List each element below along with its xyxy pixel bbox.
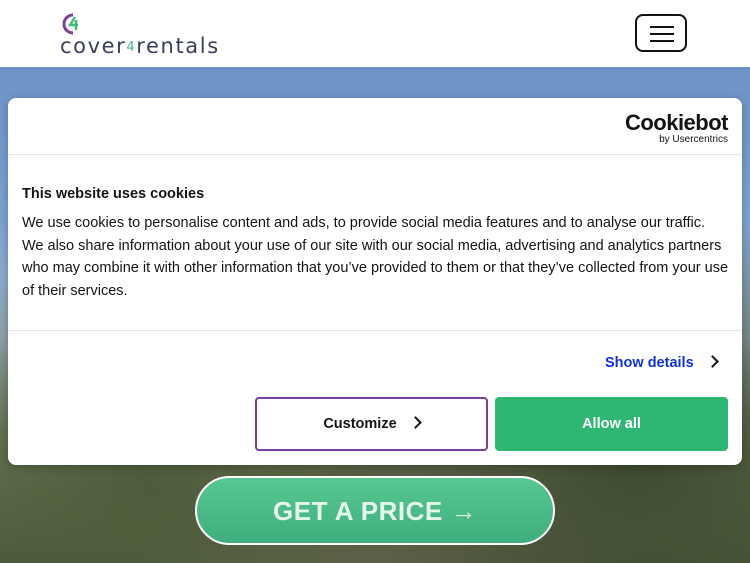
chevron-right-icon xyxy=(408,416,422,429)
cta-label: GET A PRICE xyxy=(273,496,443,526)
cookiebot-logo: Cookiebot by Usercentrics xyxy=(624,110,729,146)
hamburger-menu-button[interactable] xyxy=(635,14,687,52)
get-a-price-button[interactable]: GET A PRICE → xyxy=(195,476,555,545)
logo-text-main: cover xyxy=(60,34,127,58)
show-details-label: Show details xyxy=(605,355,694,371)
dialog-body-text: We use cookies to personalise content an… xyxy=(22,215,729,300)
show-details-link[interactable]: Show details xyxy=(605,355,719,371)
customize-label: Customize xyxy=(323,416,397,432)
cookie-consent-dialog: Cookiebot by Usercentrics This website u… xyxy=(8,98,742,465)
customize-button[interactable]: Customize xyxy=(255,397,488,451)
logo-text-four: 4 xyxy=(126,40,137,55)
logo-text: cover4rentals xyxy=(60,34,220,58)
cover4rentals-logo[interactable]: cover4rentals xyxy=(60,12,230,58)
arrow-right-icon: → xyxy=(450,496,477,526)
chevron-right-icon xyxy=(705,355,719,368)
hamburger-menu-icon xyxy=(650,26,674,28)
logo-text-end: rentals xyxy=(136,34,220,58)
cookiebot-by: by Usercentrics xyxy=(659,134,728,145)
dialog-divider xyxy=(8,330,742,331)
dialog-divider xyxy=(8,154,742,155)
dialog-title: This website uses cookies xyxy=(22,186,205,202)
cookiebot-name: Cookiebot xyxy=(624,110,729,135)
allow-all-button[interactable]: Allow all xyxy=(495,397,728,451)
site-header: cover4rentals xyxy=(0,0,750,67)
hamburger-line xyxy=(650,33,674,35)
hamburger-line xyxy=(650,40,674,42)
